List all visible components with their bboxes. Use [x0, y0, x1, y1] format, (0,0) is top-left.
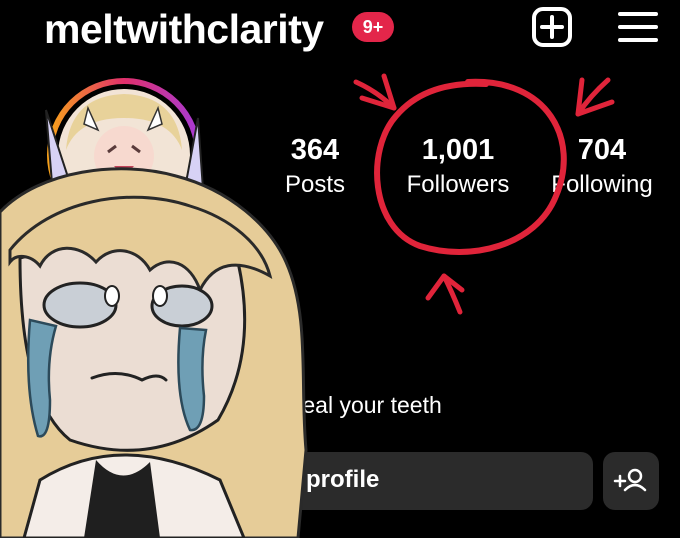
annotation-circle	[374, 78, 567, 255]
annotation-arrows	[353, 73, 615, 315]
drawing-overlay	[0, 73, 615, 538]
cartoon-character	[0, 109, 308, 538]
